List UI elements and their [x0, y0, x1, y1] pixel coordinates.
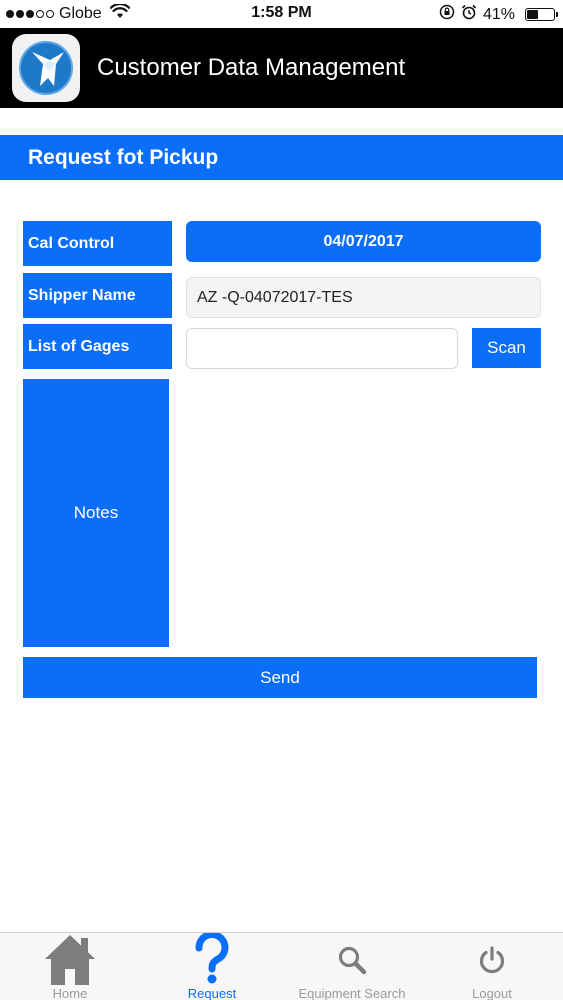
app-title: Customer Data Management [97, 54, 406, 81]
signal-dot [26, 10, 34, 18]
status-bar: Globe 1:58 PM 41% [0, 0, 563, 28]
list-of-gages-label: List of Gages [23, 324, 172, 369]
shipper-name-field[interactable] [186, 277, 541, 318]
status-right: 41% [439, 4, 558, 25]
signal-strength-icon [6, 10, 54, 18]
tab-logout[interactable]: Logout [452, 933, 532, 1000]
search-icon [337, 935, 367, 985]
battery-tip [556, 12, 558, 17]
status-left: Globe [6, 2, 131, 24]
question-icon [192, 933, 232, 985]
shipper-name-label: Shipper Name [23, 273, 172, 318]
signal-dot [16, 10, 24, 18]
tab-equipment-search[interactable]: Equipment Search [282, 933, 422, 1000]
cal-control-label: Cal Control [23, 221, 172, 266]
scan-button[interactable]: Scan [472, 328, 541, 368]
app-header: Customer Data Management [0, 28, 563, 108]
tab-equipment-search-label: Equipment Search [298, 986, 406, 1000]
section-banner: Request fot Pickup [0, 135, 563, 180]
tab-logout-label: Logout [472, 986, 512, 1000]
tab-request[interactable]: Request [172, 933, 252, 1000]
battery-fill [527, 10, 539, 19]
notes-label: Notes [23, 379, 169, 647]
tab-home-label: Home [52, 986, 88, 1000]
list-of-gages-input[interactable] [186, 328, 458, 369]
power-icon [477, 935, 507, 985]
battery-percent: 41% [482, 5, 515, 23]
tab-bar: Home Request Equipment Search Logout [0, 932, 563, 1000]
alarm-icon [461, 4, 477, 25]
cal-control-date-picker[interactable]: 04/07/2017 [186, 221, 541, 262]
wolf-logo-icon [12, 34, 80, 102]
battery-icon [525, 8, 558, 21]
tab-request-label: Request [187, 986, 237, 1000]
send-button[interactable]: Send [23, 657, 537, 698]
notes-textarea[interactable] [172, 379, 541, 647]
page-title: Request fot Pickup [28, 146, 219, 169]
signal-dot [6, 10, 14, 18]
orientation-lock-icon [439, 4, 455, 25]
signal-dot [46, 10, 54, 18]
wifi-icon [109, 2, 131, 24]
signal-dot [36, 10, 44, 18]
carrier-name: Globe [59, 5, 102, 22]
home-icon [43, 935, 97, 985]
tab-home[interactable]: Home [30, 933, 110, 1000]
